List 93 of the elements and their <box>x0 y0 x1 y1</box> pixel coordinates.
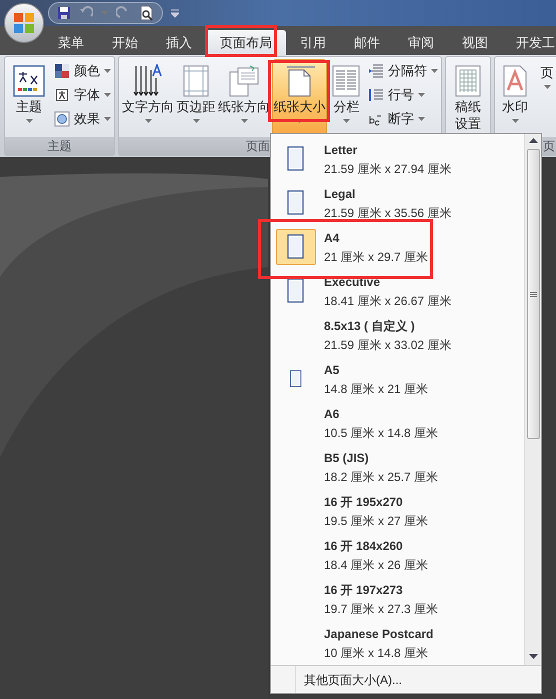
paper-size-item[interactable]: 16 开 195x270 19.5 厘米 x 27 厘米 <box>271 489 524 533</box>
dropdown-arrow-icon <box>418 117 425 121</box>
scroll-up-icon[interactable] <box>528 138 538 143</box>
ribbon-tab[interactable]: 开始 <box>98 30 152 55</box>
paper-size-name: A6 <box>324 406 340 423</box>
paper-size-dimensions: 19.7 厘米 x 27.3 厘米 <box>324 601 438 618</box>
ribbon-button[interactable]: 主题 <box>8 59 50 137</box>
paper-size-name: A4 <box>324 230 340 247</box>
scroll-down-icon[interactable] <box>528 654 538 659</box>
paper-size-name: 8.5x13 ( 自定义 ) <box>324 318 416 335</box>
paper-size-dimensions: 10.5 厘米 x 14.8 厘米 <box>324 425 438 442</box>
breaks-icon <box>368 63 384 79</box>
paper-size-item[interactable]: Legal 21.59 厘米 x 35.56 厘米 <box>271 181 524 225</box>
theme-icon <box>13 64 45 98</box>
paper-size-dimensions: 19.5 厘米 x 27 厘米 <box>324 513 428 530</box>
page-icon <box>287 234 305 260</box>
paper-size-item[interactable]: Letter 21.59 厘米 x 27.94 厘米 <box>271 137 524 181</box>
paper-size-dimensions: 21 厘米 x 29.7 厘米 <box>324 249 428 266</box>
paper-size-dimensions: 18.41 厘米 x 26.67 厘米 <box>324 293 452 310</box>
paper-size-name: B5 (JIS) <box>324 450 370 467</box>
ribbon-tab[interactable]: 视图 <box>448 30 502 55</box>
paper-size-dimensions: 21.59 厘米 x 27.94 厘米 <box>324 161 452 178</box>
paper-size-item[interactable]: A5 14.8 厘米 x 21 厘米 <box>271 357 524 401</box>
page-icon <box>287 278 305 304</box>
ribbon-tab[interactable]: 开发工 <box>502 30 556 55</box>
ribbon-tab[interactable]: 菜单 <box>44 30 98 55</box>
office-logo-icon <box>13 12 35 34</box>
group-label: 页 <box>543 140 555 152</box>
dropdown-arrow-icon <box>104 93 111 97</box>
scrollbar-thumb[interactable] <box>526 149 540 439</box>
paper-size-dimensions: 21.59 厘米 x 35.56 厘米 <box>324 205 452 222</box>
print-preview-icon[interactable] <box>138 5 154 21</box>
text-direction-icon <box>132 64 164 98</box>
paper-size-dimensions: 18.4 厘米 x 26 厘米 <box>324 557 428 574</box>
ribbon-tab[interactable]: 插入 <box>152 30 206 55</box>
paper-size-name: Japanese Postcard <box>324 626 434 643</box>
dropdown-arrow-icon <box>544 85 550 89</box>
group-label: 页面 <box>246 140 270 152</box>
page-icon <box>287 146 305 172</box>
dropdown-arrow-icon <box>104 69 111 73</box>
paper-size-dimensions: 14.8 厘米 x 21 厘米 <box>324 381 428 398</box>
paper-size-dimensions: 21.59 厘米 x 33.02 厘米 <box>324 337 452 354</box>
paper-size-item[interactable]: 16 开 184x260 18.4 厘米 x 26 厘米 <box>271 533 524 577</box>
paper-size-name: 16 开 184x260 <box>324 538 404 555</box>
ribbon-button[interactable]: 页 <box>534 59 556 137</box>
paper-size-item[interactable]: Japanese Postcard 10 厘米 x 14.8 厘米 <box>271 621 524 665</box>
group-label: 主题 <box>48 140 72 152</box>
paper-size-item[interactable]: 8.5x13 ( 自定义 ) 21.59 厘米 x 33.02 厘米 <box>271 313 524 357</box>
dropdown-arrow-icon <box>144 119 152 123</box>
ribbon-button[interactable]: 文字方向 <box>122 59 174 137</box>
highlight-frame <box>205 25 277 57</box>
customize-toolbar-icon[interactable] <box>171 8 179 18</box>
paper-size-dimensions: 18.2 厘米 x 25.7 厘米 <box>324 469 438 486</box>
orientation-icon <box>228 64 260 98</box>
dropdown-arrow-icon <box>192 119 200 123</box>
paper-size-name: 16 开 195x270 <box>324 494 404 511</box>
paper-size-item[interactable]: A4 21 厘米 x 29.7 厘米 <box>271 225 524 269</box>
ribbon-small-button[interactable]: 颜色 <box>54 60 111 82</box>
paper-size-name: Legal <box>324 186 356 203</box>
paper-size-name: Letter <box>324 142 358 159</box>
paper-size-dimensions: 10 厘米 x 14.8 厘米 <box>324 645 430 662</box>
highlight-frame <box>268 60 330 122</box>
ribbon-tab[interactable]: 审阅 <box>394 30 448 55</box>
font-icon <box>54 87 70 103</box>
ribbon-small-button[interactable]: 断字 <box>368 108 438 130</box>
paper-size-item[interactable]: A6 10.5 厘米 x 14.8 厘米 <box>271 401 524 445</box>
ribbon-small-button[interactable]: 效果 <box>54 108 111 130</box>
grip-icon <box>530 292 536 296</box>
dropdown-arrow-icon <box>104 117 111 121</box>
dropdown-arrow-icon <box>240 119 248 123</box>
page-icon <box>287 190 305 216</box>
paper-size-name: 16 开 197x273 <box>324 582 404 599</box>
ribbon-small-button[interactable]: 行号 <box>368 84 438 106</box>
ribbon-small-button[interactable]: 分隔符 <box>368 60 438 82</box>
scrollbar[interactable] <box>524 134 541 665</box>
ribbon-tab[interactable]: 引用 <box>286 30 340 55</box>
dropdown-arrow-icon <box>512 119 518 123</box>
ribbon-small-button[interactable]: 字体 <box>54 84 111 106</box>
ribbon-tab[interactable]: 邮件 <box>340 30 394 55</box>
dropdown-arrow-icon <box>342 119 350 123</box>
effects-icon <box>54 111 70 127</box>
dropdown-arrow-icon <box>431 69 438 73</box>
dropdown-arrow-icon <box>418 93 425 97</box>
color-swatch-icon <box>54 63 70 79</box>
paper-size-name: A5 <box>324 362 340 379</box>
ribbon-tab[interactable]: 页面布局 <box>206 30 286 55</box>
paper-size-item[interactable]: B5 (JIS) 18.2 厘米 x 25.7 厘米 <box>271 445 524 489</box>
columns-icon <box>330 64 362 98</box>
save-icon[interactable] <box>57 6 71 20</box>
dropdown-arrow-icon <box>26 119 32 123</box>
line-numbers-icon <box>368 87 384 103</box>
page-icon <box>289 370 303 388</box>
paper-size-item[interactable]: 16 开 197x273 19.7 厘米 x 27.3 厘米 <box>271 577 524 621</box>
